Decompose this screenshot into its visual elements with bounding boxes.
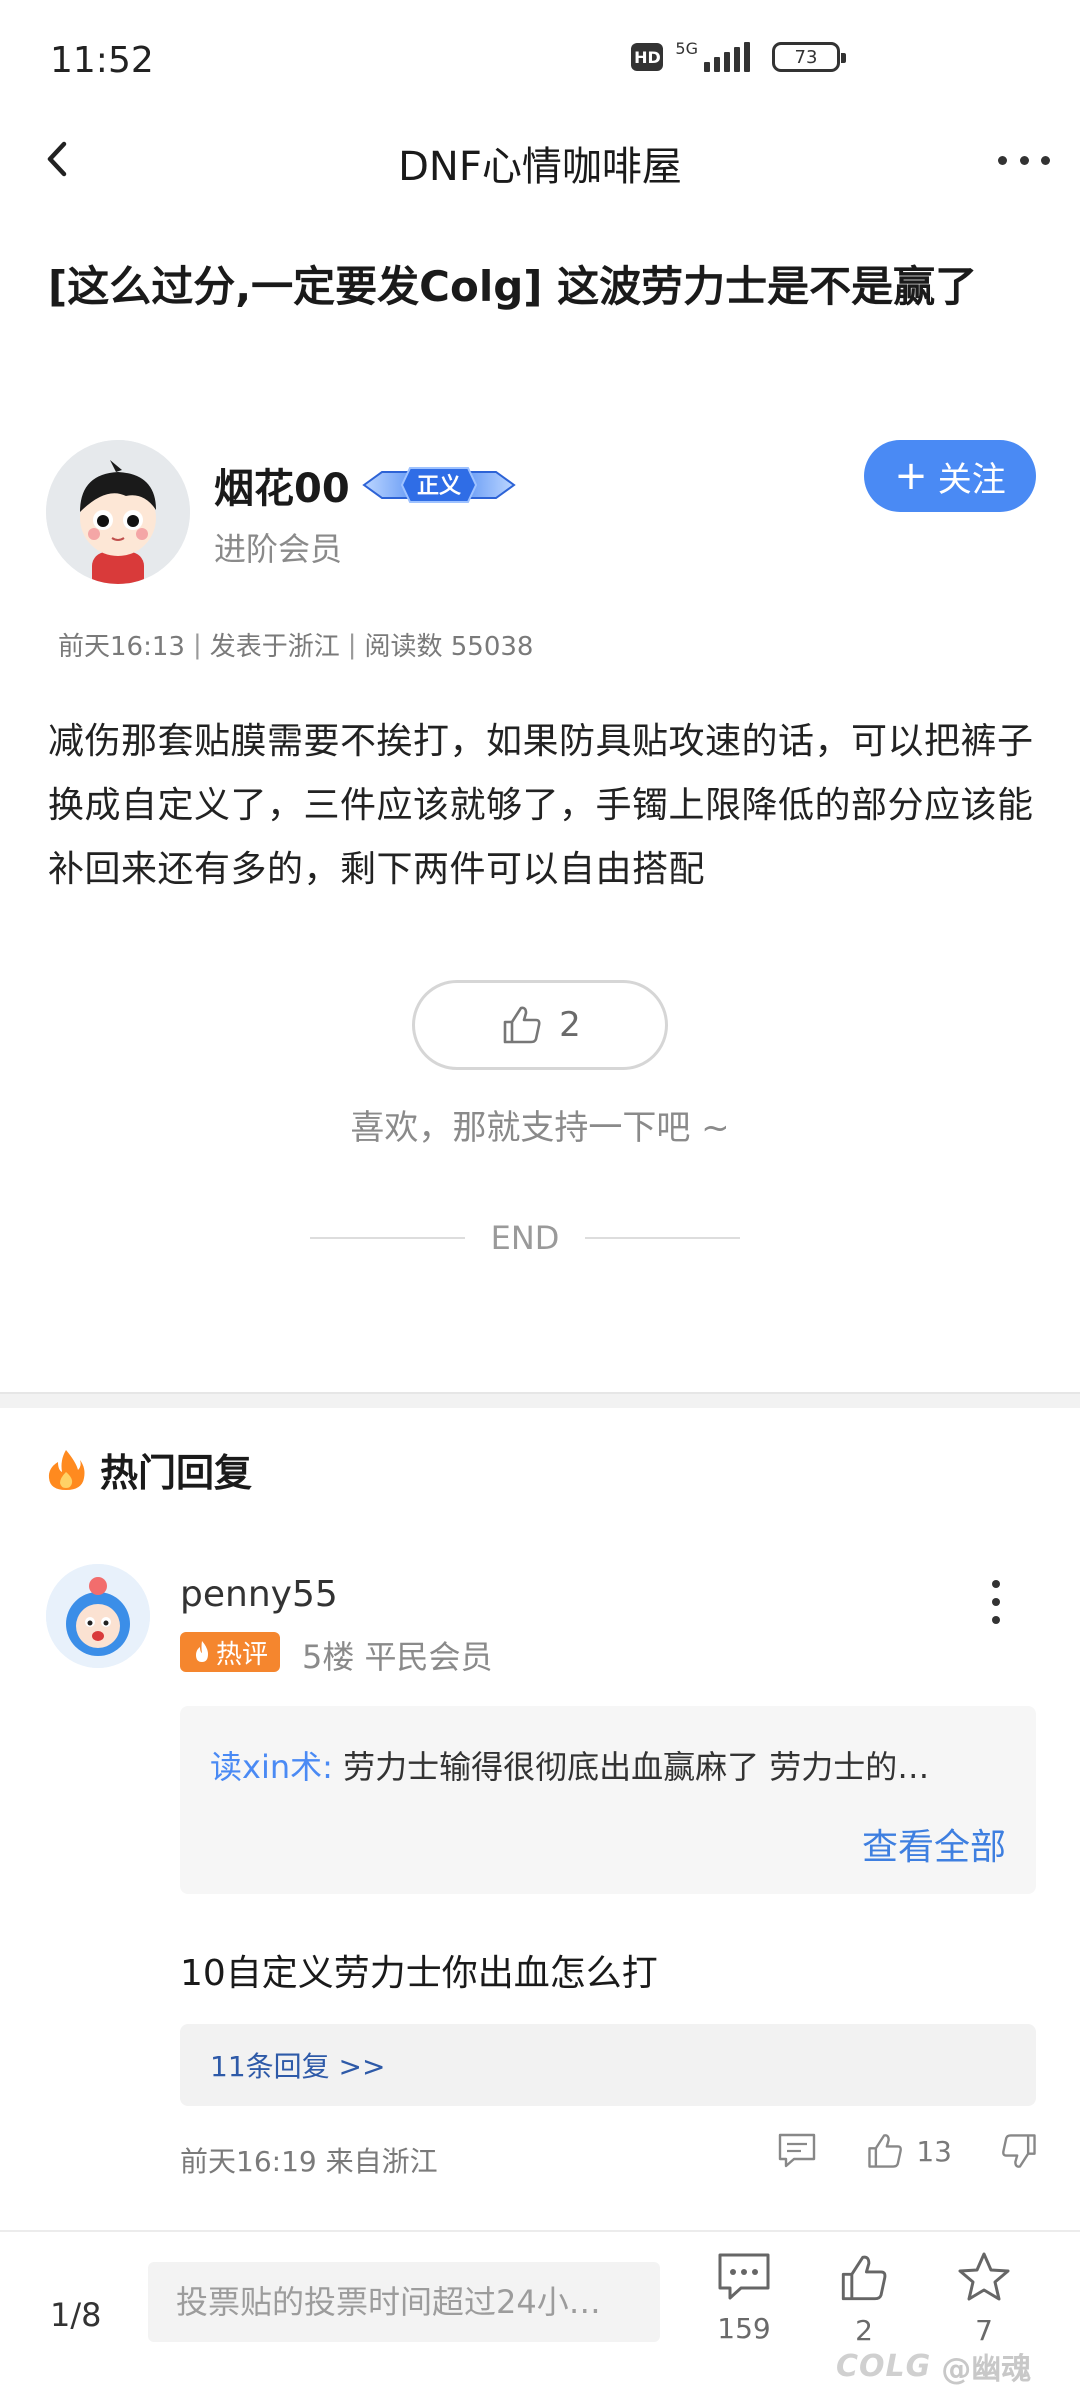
flame-icon: [48, 1449, 85, 1490]
thumbs-up-icon: [868, 2134, 903, 2168]
page-title: DNF心情咖啡屋: [398, 144, 682, 190]
watermark: COLG @幽魂: [836, 2344, 1031, 2388]
end-label: END: [490, 1219, 560, 1257]
watermark-text: @幽魂: [941, 2352, 1032, 2387]
status-indicators: HD 5G 73: [631, 38, 846, 72]
post-reads: 阅读数 55038: [364, 632, 534, 662]
comment-footer: 前天16:19 来自浙江: [180, 2145, 438, 2178]
quote-body: 劳力士输得很彻底出血赢麻了 劳力士的…: [343, 1748, 930, 1786]
hd-icon: HD: [631, 43, 664, 71]
dot: [992, 1616, 1000, 1624]
like-count: 2: [559, 1005, 581, 1045]
flame-icon: [196, 1641, 208, 1662]
comment-actions: 13: [776, 2130, 1040, 2172]
network-label: 5G: [675, 38, 698, 58]
quote-text: 读xin术: 劳力士输得很彻底出血赢麻了 劳力士的…: [210, 1742, 1010, 1788]
commenter-name[interactable]: penny55: [180, 1574, 338, 1615]
favorites-count: 7: [975, 2314, 993, 2347]
quoted-reply[interactable]: 读xin术: 劳力士输得很彻底出血赢麻了 劳力士的… 查看全部: [180, 1706, 1036, 1894]
nav-bar: DNF心情咖啡屋: [0, 120, 1080, 200]
comment-icon: [718, 2253, 770, 2300]
comments-count: 159: [717, 2312, 771, 2345]
dot: [1041, 155, 1050, 165]
author-name[interactable]: 烟花00: [214, 456, 350, 514]
comment-meta: 5楼 平民会员: [302, 1638, 493, 1676]
commenter-avatar[interactable]: [46, 1564, 150, 1668]
like-hint: 喜欢，那就支持一下吧 ~: [350, 1108, 730, 1148]
divider-line: [585, 1237, 740, 1239]
author-role: 进阶会员: [214, 530, 343, 568]
comments-button[interactable]: 159: [694, 2250, 794, 2345]
dot: [992, 1598, 1000, 1606]
signal-icon: [704, 42, 750, 72]
post-like-button[interactable]: 2: [814, 2250, 914, 2347]
reply-button[interactable]: [776, 2131, 818, 2171]
follow-button[interactable]: + 关注: [864, 440, 1036, 512]
divider-line: [310, 1237, 465, 1239]
post-body: 减伤那套贴膜需要不挨打，如果防具贴攻速的话，可以把裤子换成自定义了，三件应该就够…: [48, 721, 1034, 890]
hot-comment-badge: 热评: [180, 1632, 281, 1672]
thumbs-up-icon: [503, 1006, 541, 1044]
comment-menu-button[interactable]: [986, 1580, 1006, 1624]
hot-replies-header: 热门回复: [46, 1442, 252, 1497]
hot-replies-title: 热门回复: [100, 1451, 253, 1495]
dot: [1019, 155, 1029, 165]
favorite-button[interactable]: 7: [934, 2250, 1034, 2347]
view-replies-link[interactable]: 11条回复 >>: [180, 2024, 1036, 2106]
comment-content: 10自定义劳力士你出血怎么打: [180, 1953, 658, 1994]
comment-icon: [779, 2133, 816, 2168]
thumbs-down-icon: [1002, 2134, 1036, 2168]
more-options-button[interactable]: [994, 138, 1054, 182]
watermark-logo: COLG: [836, 2348, 932, 2384]
like-button[interactable]: 2: [412, 980, 668, 1070]
status-time: 11:52: [50, 40, 154, 81]
author-avatar[interactable]: [46, 440, 190, 584]
hot-tag-label: 热评: [216, 1639, 269, 1670]
reply-input[interactable]: [148, 2262, 660, 2342]
post-location: 发表于浙江: [209, 632, 340, 662]
meta-separator: |: [347, 629, 357, 660]
meta-separator: |: [192, 629, 202, 660]
dot: [998, 155, 1007, 165]
plus-icon: +: [894, 453, 928, 499]
avatar-illustration: [46, 440, 190, 584]
likes-count: 2: [855, 2314, 873, 2347]
page-indicator[interactable]: 1/8: [50, 2296, 102, 2334]
section-divider: [0, 1392, 1080, 1408]
comment-like-button[interactable]: 13: [864, 2130, 952, 2172]
quote-user[interactable]: 读xin术:: [210, 1748, 333, 1786]
battery-icon: 73: [772, 42, 846, 72]
post-title: [这么过分,一定要发Colg] 这波劳力士是不是赢了: [48, 262, 978, 311]
end-divider: END: [310, 1218, 740, 1258]
dot: [992, 1580, 1000, 1588]
star-icon: [958, 2252, 1010, 2301]
view-all-link[interactable]: 查看全部: [862, 1818, 1006, 1870]
comment-dislike-button[interactable]: [998, 2130, 1040, 2172]
post-time: 前天16:13: [58, 632, 185, 662]
avatar-illustration: [46, 1564, 150, 1668]
level-badge-icon: 正义: [360, 462, 518, 508]
follow-label: 关注: [937, 459, 1006, 500]
post-meta: 前天16:13 | 发表于浙江 | 阅读数 55038: [58, 626, 533, 663]
comment-like-count: 13: [916, 2134, 952, 2168]
svg-text:正义: 正义: [417, 474, 461, 499]
status-bar: 11:52 HD 5G 73: [0, 0, 1080, 120]
thumbs-up-icon: [841, 2255, 887, 2301]
